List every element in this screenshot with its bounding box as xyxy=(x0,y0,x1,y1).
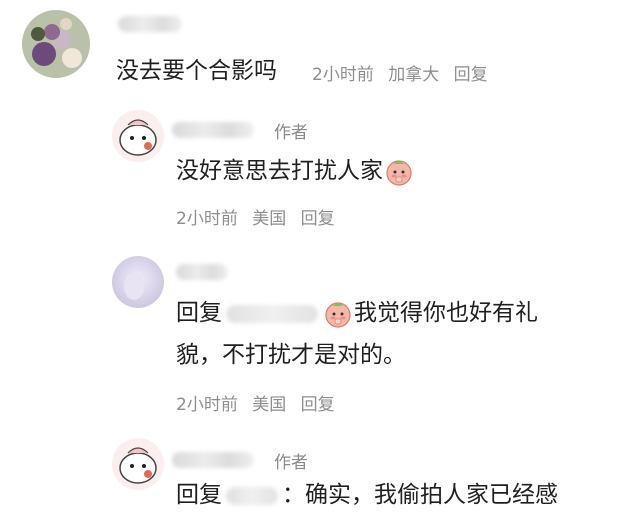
reply-button[interactable]: 回复 xyxy=(454,65,488,85)
author-name-blurred[interactable] xyxy=(172,122,254,138)
comment-text-content: 没好意思去打扰人家 xyxy=(176,158,383,184)
comment-text-content: 我觉得你也好有礼 xyxy=(354,300,538,326)
comment-time: 2小时前 xyxy=(312,65,374,85)
reply-button[interactable]: 回复 xyxy=(301,209,335,229)
mentioned-user-blurred[interactable] xyxy=(226,304,318,323)
comment-location: 加拿大 xyxy=(388,65,440,85)
author-name-blurred[interactable] xyxy=(172,452,254,468)
cartoon-peach-avatar-icon[interactable] xyxy=(112,438,164,490)
comment-time: 2小时前 xyxy=(176,395,238,415)
comment-text: 回复 ：确实，我偷拍人家已经感 xyxy=(176,478,558,512)
shy-peach-emoji-icon xyxy=(386,159,412,186)
commenter-name-blurred[interactable] xyxy=(176,264,228,280)
comment-location: 美国 xyxy=(252,209,287,229)
comment-2: 作者 没好意思去打扰人家 2小时前 美国 回复 xyxy=(0,110,640,250)
comment-location: 美国 xyxy=(252,395,287,415)
reply-prefix: 回复 xyxy=(176,300,222,326)
flower-bouquet-avatar-icon[interactable] xyxy=(22,10,90,78)
author-tag: 作者 xyxy=(274,123,308,143)
comment-text-line-2: 貌，不打扰才是对的。 xyxy=(176,342,406,368)
comment-meta: 2小时前 美国 回复 xyxy=(176,390,344,415)
comment-text: 没好意思去打扰人家 xyxy=(176,154,415,188)
lavender-blur-avatar-icon[interactable] xyxy=(112,256,164,308)
comment-meta: 2小时前 美国 回复 xyxy=(176,204,344,229)
mentioned-user-blurred[interactable] xyxy=(226,486,278,505)
comment-1: 没去要个合影吗 2小时前 加拿大 回复 xyxy=(0,0,640,110)
comment-meta: 2小时前 加拿大 回复 xyxy=(312,60,497,85)
comment-text-content: ：确实，我偷拍人家已经感 xyxy=(282,482,558,508)
comment-time: 2小时前 xyxy=(176,209,238,229)
cartoon-peach-avatar-icon[interactable] xyxy=(112,110,164,162)
reply-button[interactable]: 回复 xyxy=(301,395,335,415)
comment-3: 回复 我觉得你也好有礼 貌，不打扰才是对的。 2小时前 美国 回复 xyxy=(0,250,640,430)
author-tag: 作者 xyxy=(274,453,308,473)
comment-4: 作者 回复 ：确实，我偷拍人家已经感 xyxy=(0,436,640,512)
shy-peach-emoji-icon xyxy=(325,301,351,328)
comment-text: 没去要个合影吗 xyxy=(116,58,277,84)
reply-prefix: 回复 xyxy=(176,482,222,508)
commenter-name-blurred[interactable] xyxy=(118,16,182,32)
comment-text-line-1: 回复 我觉得你也好有礼 xyxy=(176,296,538,330)
